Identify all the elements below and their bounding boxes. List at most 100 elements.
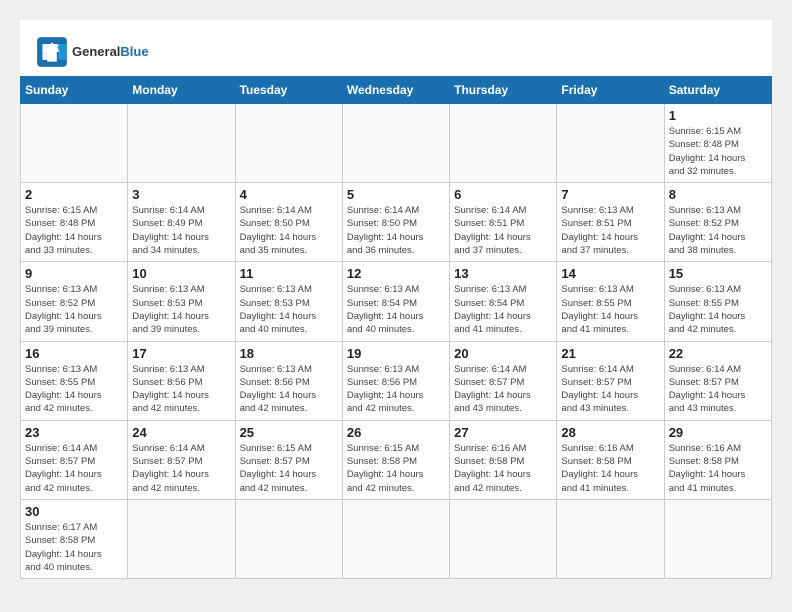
day-number: 17 [132,346,230,361]
day-info: Sunrise: 6:13 AM Sunset: 8:55 PM Dayligh… [25,363,123,416]
day-number: 12 [347,266,445,281]
day-info: Sunrise: 6:13 AM Sunset: 8:53 PM Dayligh… [240,283,338,336]
logo-area: GeneralBlue [36,36,149,68]
day-info: Sunrise: 6:13 AM Sunset: 8:55 PM Dayligh… [669,283,767,336]
day-number: 5 [347,187,445,202]
day-cell [342,104,449,183]
day-cell: 11Sunrise: 6:13 AM Sunset: 8:53 PM Dayli… [235,262,342,341]
day-info: Sunrise: 6:13 AM Sunset: 8:54 PM Dayligh… [454,283,552,336]
day-cell [128,104,235,183]
day-cell: 23 Sunrise: 6:14 AM Sunset: 8:57 PM Dayli… [21,420,128,499]
day-cell [557,104,664,183]
day-cell: 9Sunrise: 6:13 AM Sunset: 8:52 PM Daylig… [21,262,128,341]
day-info: Sunrise: 6:16 AM Sunset: 8:58 PM Dayligh… [454,442,552,495]
logo-icon [36,36,68,68]
header: GeneralBlue [20,20,772,76]
day-number: 7 [561,187,659,202]
weekday-sunday: Sunday [21,77,128,104]
day-info: Sunrise: 6:15 AM Sunset: 8:57 PM Dayligh… [240,442,338,495]
day-cell: 10Sunrise: 6:13 AM Sunset: 8:53 PM Dayli… [128,262,235,341]
day-number: 30 [25,504,123,519]
day-info: Sunrise: 6:13 AM Sunset: 8:51 PM Dayligh… [561,204,659,257]
day-number: 19 [347,346,445,361]
day-info: Sunrise: 6:17 AM Sunset: 8:58 PM Dayligh… [25,521,123,574]
day-number: 1 [669,108,767,123]
day-info: Sunrise: 6:13 AM Sunset: 8:52 PM Dayligh… [669,204,767,257]
day-cell [342,499,449,578]
day-cell: 13Sunrise: 6:13 AM Sunset: 8:54 PM Dayli… [450,262,557,341]
day-number: 29 [669,425,767,440]
day-cell [450,499,557,578]
day-info: Sunrise: 6:14 AM Sunset: 8:49 PM Dayligh… [132,204,230,257]
logo-blue-text: Blue [120,44,148,59]
day-cell: 6 Sunrise: 6:14 AM Sunset: 8:51 PM Daylig… [450,183,557,262]
day-info: Sunrise: 6:13 AM Sunset: 8:56 PM Dayligh… [132,363,230,416]
day-cell: 20 Sunrise: 6:14 AM Sunset: 8:57 PM Dayli… [450,341,557,420]
day-info: Sunrise: 6:14 AM Sunset: 8:57 PM Dayligh… [132,442,230,495]
day-info: Sunrise: 6:14 AM Sunset: 8:50 PM Dayligh… [240,204,338,257]
day-info: Sunrise: 6:16 AM Sunset: 8:58 PM Dayligh… [669,442,767,495]
day-info: Sunrise: 6:16 AM Sunset: 8:58 PM Dayligh… [561,442,659,495]
day-number: 10 [132,266,230,281]
day-cell: 26Sunrise: 6:15 AM Sunset: 8:58 PM Dayli… [342,420,449,499]
calendar-page: GeneralBlue SundayMondayTuesdayWednesday… [20,20,772,579]
day-cell [235,104,342,183]
weekday-friday: Friday [557,77,664,104]
day-number: 16 [25,346,123,361]
week-row-3: 9Sunrise: 6:13 AM Sunset: 8:52 PM Daylig… [21,262,772,341]
day-number: 15 [669,266,767,281]
weekday-saturday: Saturday [664,77,771,104]
day-number: 4 [240,187,338,202]
weekday-wednesday: Wednesday [342,77,449,104]
day-cell [664,499,771,578]
day-number: 8 [669,187,767,202]
day-cell: 19 Sunrise: 6:13 AM Sunset: 8:56 PM Dayli… [342,341,449,420]
day-info: Sunrise: 6:15 AM Sunset: 8:48 PM Dayligh… [25,204,123,257]
day-info: Sunrise: 6:13 AM Sunset: 8:54 PM Dayligh… [347,283,445,336]
weekday-monday: Monday [128,77,235,104]
day-cell [235,499,342,578]
week-row-2: 2Sunrise: 6:15 AM Sunset: 8:48 PM Daylig… [21,183,772,262]
day-cell: 27 Sunrise: 6:16 AM Sunset: 8:58 PM Dayli… [450,420,557,499]
day-info: Sunrise: 6:13 AM Sunset: 8:52 PM Dayligh… [25,283,123,336]
logo-text-area: GeneralBlue [72,44,149,60]
day-cell: 14 Sunrise: 6:13 AM Sunset: 8:55 PM Dayli… [557,262,664,341]
day-cell: 16 Sunrise: 6:13 AM Sunset: 8:55 PM Dayli… [21,341,128,420]
day-cell [450,104,557,183]
day-number: 6 [454,187,552,202]
day-info: Sunrise: 6:14 AM Sunset: 8:50 PM Dayligh… [347,204,445,257]
day-info: Sunrise: 6:14 AM Sunset: 8:57 PM Dayligh… [25,442,123,495]
day-info: Sunrise: 6:14 AM Sunset: 8:51 PM Dayligh… [454,204,552,257]
day-number: 3 [132,187,230,202]
day-number: 28 [561,425,659,440]
day-number: 26 [347,425,445,440]
week-row-4: 16 Sunrise: 6:13 AM Sunset: 8:55 PM Dayli… [21,341,772,420]
day-info: Sunrise: 6:14 AM Sunset: 8:57 PM Dayligh… [561,363,659,416]
day-number: 27 [454,425,552,440]
day-number: 24 [132,425,230,440]
day-cell: 8 Sunrise: 6:13 AM Sunset: 8:52 PM Daylig… [664,183,771,262]
day-number: 20 [454,346,552,361]
logo-general: General [72,44,120,59]
week-row-6: 30 Sunrise: 6:17 AM Sunset: 8:58 PM Dayli… [21,499,772,578]
day-cell: 17 Sunrise: 6:13 AM Sunset: 8:56 PM Dayli… [128,341,235,420]
day-cell: 22Sunrise: 6:14 AM Sunset: 8:57 PM Dayli… [664,341,771,420]
day-info: Sunrise: 6:14 AM Sunset: 8:57 PM Dayligh… [454,363,552,416]
day-info: Sunrise: 6:15 AM Sunset: 8:48 PM Dayligh… [669,125,767,178]
day-cell: 29 Sunrise: 6:16 AM Sunset: 8:58 PM Dayli… [664,420,771,499]
day-info: Sunrise: 6:13 AM Sunset: 8:55 PM Dayligh… [561,283,659,336]
week-row-5: 23 Sunrise: 6:14 AM Sunset: 8:57 PM Dayli… [21,420,772,499]
day-number: 23 [25,425,123,440]
weekday-header-row: SundayMondayTuesdayWednesdayThursdayFrid… [21,77,772,104]
day-cell [128,499,235,578]
day-info: Sunrise: 6:13 AM Sunset: 8:56 PM Dayligh… [240,363,338,416]
weekday-tuesday: Tuesday [235,77,342,104]
day-cell: 3 Sunrise: 6:14 AM Sunset: 8:49 PM Daylig… [128,183,235,262]
week-row-1: 1 Sunrise: 6:15 AM Sunset: 8:48 PM Daylig… [21,104,772,183]
day-number: 25 [240,425,338,440]
weekday-thursday: Thursday [450,77,557,104]
day-cell: 24 Sunrise: 6:14 AM Sunset: 8:57 PM Dayli… [128,420,235,499]
day-number: 14 [561,266,659,281]
day-cell: 5 Sunrise: 6:14 AM Sunset: 8:50 PM Daylig… [342,183,449,262]
day-info: Sunrise: 6:13 AM Sunset: 8:56 PM Dayligh… [347,363,445,416]
